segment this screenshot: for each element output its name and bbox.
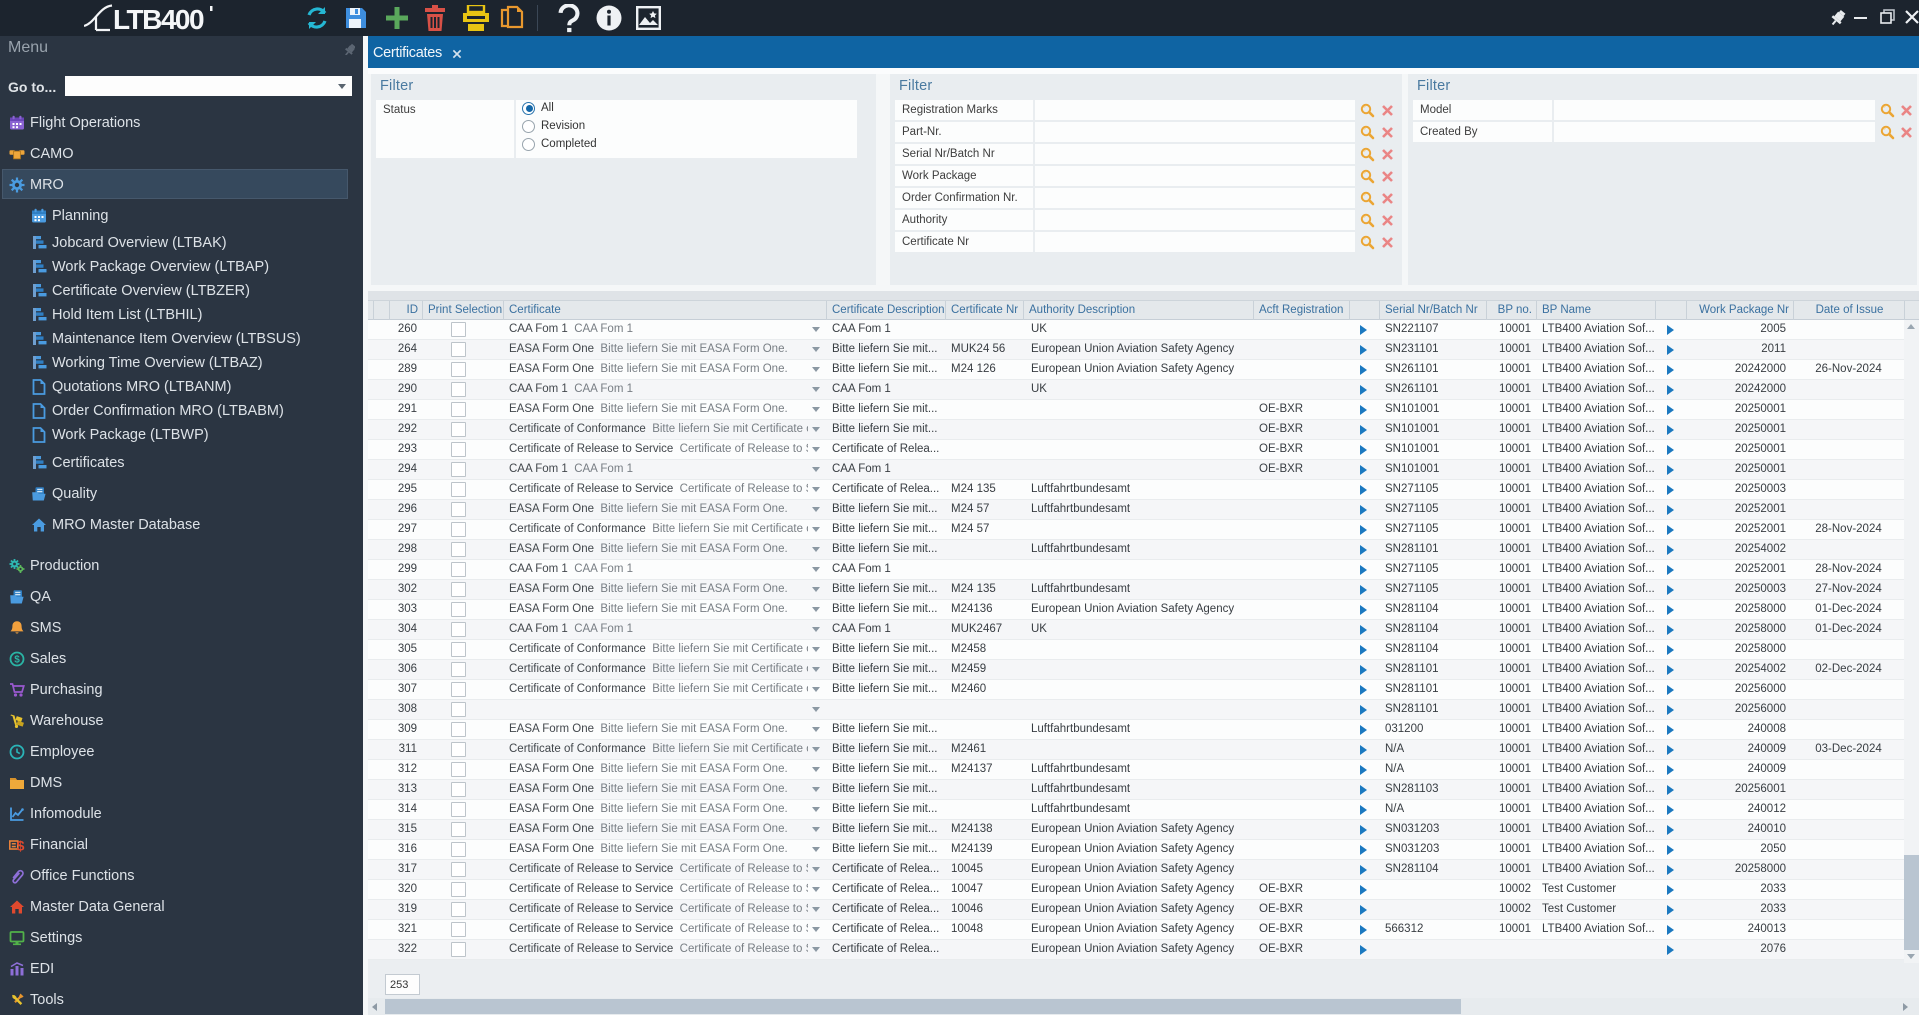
svg-text:$: $ bbox=[14, 655, 20, 666]
svg-text:$: $ bbox=[17, 838, 25, 854]
svg-text:LTB400: LTB400 bbox=[113, 4, 204, 34]
